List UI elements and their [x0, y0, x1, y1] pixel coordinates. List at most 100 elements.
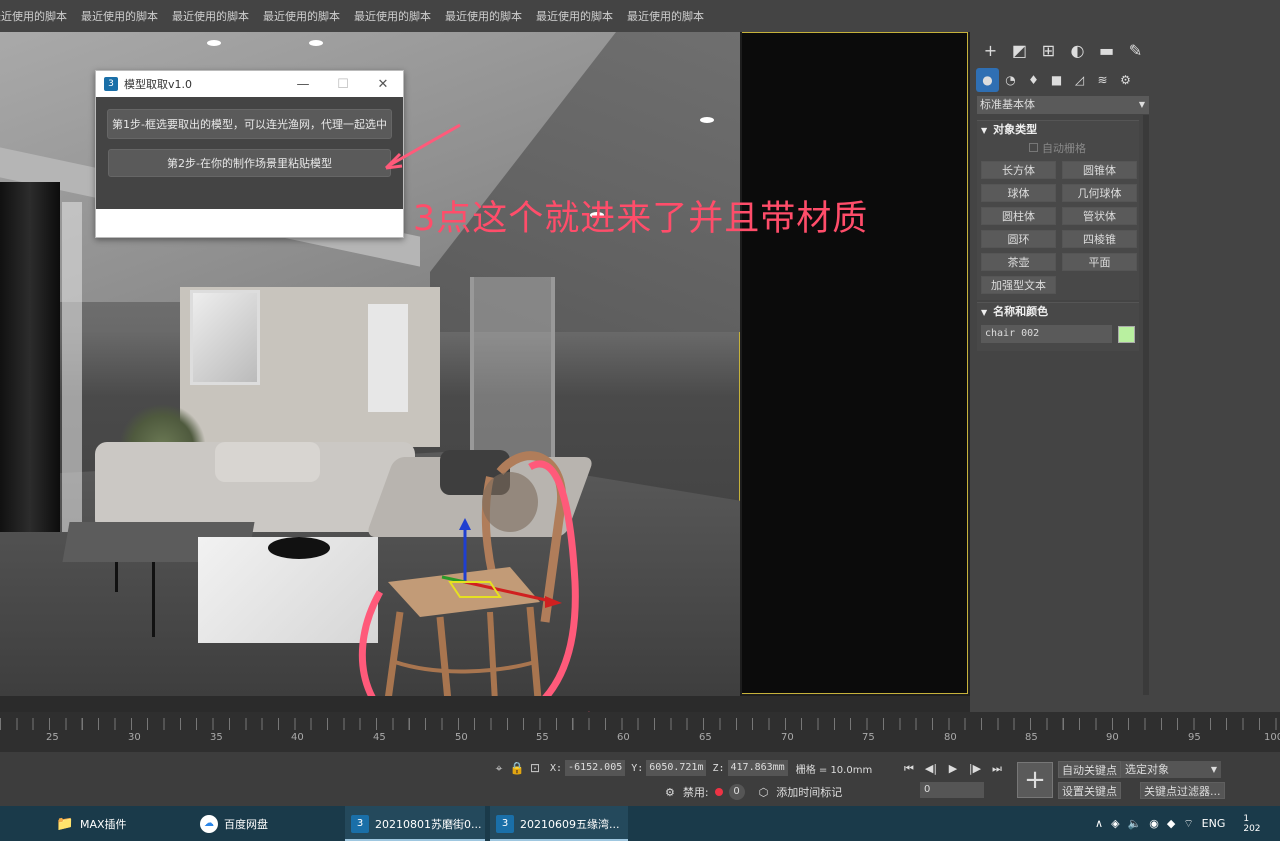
app-tray-icon[interactable]: ◆ — [1167, 817, 1175, 830]
utilities-wrench-icon[interactable]: ✎ — [1121, 36, 1150, 64]
3dsmax-app-icon: 3 — [496, 814, 514, 833]
recent-script-item[interactable]: 最近使用的脚本 — [0, 8, 67, 24]
x-coordinate-field[interactable]: -6152.005 — [565, 760, 626, 776]
empty-viewport-area — [742, 32, 968, 694]
set-key-big-button[interactable]: + — [1017, 762, 1053, 798]
lights-icon[interactable]: ♦ — [1022, 68, 1045, 92]
add-time-tag-button[interactable]: 添加时间标记 — [776, 784, 842, 800]
windows-taskbar: 📁 MAX插件 ☁ 百度网盘 3 20210801苏磨街0... 3 20210… — [0, 806, 1280, 841]
textplus-button[interactable]: 加强型文本 — [981, 276, 1056, 294]
cameras-icon[interactable]: ■ — [1045, 68, 1068, 92]
torus-button[interactable]: 圆环 — [981, 230, 1056, 248]
recent-script-item[interactable]: 最近使用的脚本 — [627, 8, 704, 24]
zero-badge[interactable]: 0 — [728, 784, 745, 800]
model-extract-dialog: 3 模型取取v1.0 — ☐ ✕ 第1步-框选要取出的模型，可以连光渔网，代理一… — [95, 70, 404, 238]
next-frame-icon[interactable]: |▶ — [964, 762, 986, 776]
key-filters-button[interactable]: 关键点过滤器... — [1140, 782, 1225, 799]
taskbar-item-max-plugins[interactable]: 📁 MAX插件 — [56, 806, 196, 841]
step1-copy-button[interactable]: 第1步-框选要取出的模型，可以连光渔网，代理一起选中 — [107, 109, 392, 139]
key-target-dropdown[interactable]: 选定对象 ▼ — [1121, 761, 1221, 778]
autogrid-label: 自动栅格 — [1042, 142, 1086, 155]
frame-label: 70 — [781, 732, 794, 743]
sphere-button[interactable]: 球体 — [981, 184, 1056, 202]
wifi-icon[interactable]: ⌔ — [1183, 817, 1193, 831]
clock[interactable]: 1 202 — [1243, 814, 1260, 834]
teapot-button[interactable]: 茶壶 — [981, 253, 1056, 271]
network-icon[interactable]: ◈ — [1111, 817, 1119, 830]
helpers-icon[interactable]: ◿ — [1068, 68, 1091, 92]
recent-script-item[interactable]: 最近使用的脚本 — [172, 8, 249, 24]
primitive-type-dropdown[interactable]: 标准基本体 ▼ — [977, 96, 1149, 114]
qq-icon[interactable]: ◉ — [1149, 817, 1159, 830]
current-frame-field[interactable]: 0 — [920, 782, 984, 798]
plane-button[interactable]: 平面 — [1062, 253, 1137, 271]
frame-label: 80 — [944, 732, 957, 743]
name-color-rollout: ▼ 名称和颜色 chair 002 — [977, 302, 1139, 351]
x-label: X: — [550, 762, 563, 774]
frame-label: 50 — [455, 732, 468, 743]
frame-label: 65 — [699, 732, 712, 743]
geometry-sphere-icon[interactable]: ● — [976, 68, 999, 92]
pyramid-button[interactable]: 四棱锥 — [1062, 230, 1137, 248]
door — [368, 304, 408, 412]
set-key-button[interactable]: 设置关键点 — [1058, 782, 1121, 799]
geosphere-button[interactable]: 几何球体 — [1062, 184, 1137, 202]
record-dot-icon[interactable] — [714, 788, 723, 796]
recent-script-item[interactable]: 最近使用的脚本 — [81, 8, 158, 24]
y-coordinate-field[interactable]: 6050.721m — [646, 760, 707, 776]
selection-icon[interactable]: ⌖ — [490, 761, 508, 776]
spacewarps-icon[interactable]: ≋ — [1091, 68, 1114, 92]
dialog-titlebar[interactable]: 3 模型取取v1.0 — ☐ ✕ — [96, 71, 403, 97]
autogrid-checkbox[interactable]: 自动栅格 — [977, 139, 1139, 159]
timeline-track[interactable]: 25 30 35 40 45 50 55 60 65 70 75 80 85 9… — [0, 712, 1280, 752]
frame-label: 55 — [536, 732, 549, 743]
play-icon[interactable]: ▶ — [942, 762, 964, 776]
lock-icon[interactable]: 🔒 — [508, 761, 526, 775]
hierarchy-tab-icon[interactable]: ⊞ — [1034, 36, 1063, 64]
chevron-up-icon[interactable]: ∧ — [1095, 817, 1103, 830]
gear-icon[interactable]: ⚙ — [665, 786, 675, 799]
prev-frame-icon[interactable]: ◀| — [920, 762, 942, 776]
cone-button[interactable]: 圆锥体 — [1062, 161, 1137, 179]
taskbar-item-3dsmax-1[interactable]: 3 20210801苏磨街0... — [345, 806, 485, 841]
rollout-header[interactable]: ▼ 名称和颜色 — [977, 303, 1139, 321]
rollout-header[interactable]: ▼ 对象类型 — [977, 121, 1139, 139]
display-tab-icon[interactable]: ▬ — [1092, 36, 1121, 64]
cylinder-button[interactable]: 圆柱体 — [981, 207, 1056, 225]
frame-label: 30 — [128, 732, 141, 743]
systems-icon[interactable]: ⚙ — [1114, 68, 1137, 92]
tube-button[interactable]: 管状体 — [1062, 207, 1137, 225]
motion-tab-icon[interactable]: ◐ — [1063, 36, 1092, 64]
frame-label: 60 — [617, 732, 630, 743]
go-to-start-icon[interactable]: ⏮ — [898, 762, 920, 776]
rollout-title: 名称和颜色 — [993, 305, 1049, 318]
go-to-end-icon[interactable]: ⏭ — [986, 762, 1008, 776]
chair-model[interactable] — [340, 432, 600, 696]
recent-script-item[interactable]: 最近使用的脚本 — [263, 8, 340, 24]
speaker-icon[interactable]: 🔈 — [1128, 817, 1142, 830]
recent-script-item[interactable]: 最近使用的脚本 — [354, 8, 431, 24]
recent-script-item[interactable]: 最近使用的脚本 — [445, 8, 522, 24]
box-button[interactable]: 长方体 — [981, 161, 1056, 179]
auto-key-button[interactable]: 自动关键点 — [1058, 761, 1121, 778]
grid-size-readout: 栅格 = 10.0mm — [795, 764, 873, 776]
recent-script-item[interactable]: 最近使用的脚本 — [536, 8, 613, 24]
rollout-title: 对象类型 — [993, 123, 1038, 136]
taskbar-item-baidu-pan[interactable]: ☁ 百度网盘 — [200, 806, 340, 841]
z-coordinate-field[interactable]: 417.863mm — [727, 760, 788, 776]
step2-paste-button[interactable]: 第2步-在你的制作场景里粘贴模型 — [108, 149, 391, 177]
command-panel-scrollbar[interactable] — [1143, 115, 1149, 695]
minimize-button[interactable]: — — [283, 77, 323, 92]
shapes-icon[interactable]: ◔ — [999, 68, 1022, 92]
absolute-mode-icon[interactable]: ⊡ — [526, 761, 544, 775]
taskbar-label: MAX插件 — [80, 817, 127, 831]
maximize-button[interactable]: ☐ — [323, 77, 363, 92]
object-color-swatch[interactable] — [1118, 325, 1135, 343]
object-name-field[interactable]: chair 002 — [981, 325, 1113, 343]
time-tag-icon[interactable]: ⬡ — [759, 786, 769, 799]
input-language[interactable]: ENG — [1202, 817, 1226, 830]
modify-tab-icon[interactable]: ◩ — [1005, 36, 1034, 64]
taskbar-item-3dsmax-2[interactable]: 3 20210609五缘湾... — [490, 806, 628, 841]
create-tab-plus-icon[interactable]: + — [976, 36, 1005, 64]
close-button[interactable]: ✕ — [363, 77, 403, 92]
